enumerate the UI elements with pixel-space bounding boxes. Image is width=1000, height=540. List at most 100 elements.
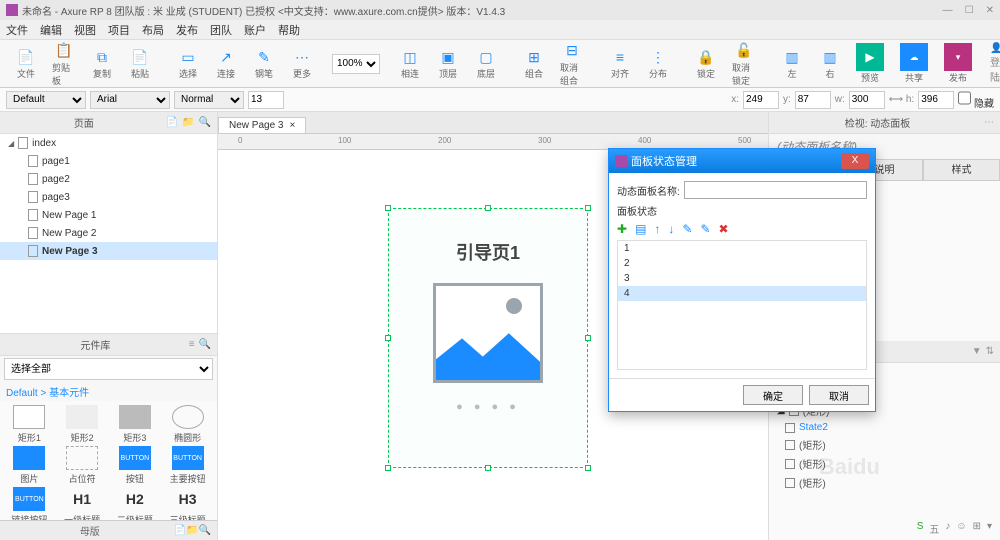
tool-connect[interactable]: ↗连接 — [208, 45, 244, 82]
tree-item[interactable]: page3 — [0, 188, 217, 206]
canvas-tab[interactable]: New Page 3× — [218, 117, 306, 133]
tool-align[interactable]: ≡对齐 — [602, 45, 638, 82]
menu-account[interactable]: 账户 — [244, 22, 266, 38]
edit2-state-icon[interactable]: ✎ — [700, 222, 710, 236]
tool-left[interactable]: ▥左 — [774, 45, 810, 82]
add-page-icon[interactable]: 📄 — [166, 117, 178, 128]
widget-占位符[interactable]: 占位符 — [57, 446, 108, 485]
menu-edit[interactable]: 编辑 — [40, 22, 62, 38]
zoom-select[interactable]: 100% — [332, 54, 380, 74]
weight-select[interactable]: Normal — [174, 91, 244, 109]
close-icon[interactable]: ✕ — [986, 5, 994, 16]
tree-item-selected[interactable]: New Page 3 — [0, 242, 217, 260]
add-state-icon[interactable]: ✚ — [617, 222, 627, 236]
tree-item[interactable]: New Page 2 — [0, 224, 217, 242]
tree-root[interactable]: ◢index — [0, 134, 217, 152]
menu-file[interactable]: 文件 — [6, 22, 28, 38]
lib-breadcrumb[interactable]: Default > 基本元件 — [0, 382, 217, 401]
widget-矩形2[interactable]: 矩形2 — [57, 405, 108, 444]
widget-按钮[interactable]: BUTTON按钮 — [110, 446, 161, 485]
duplicate-state-icon[interactable]: ▤ — [635, 222, 646, 236]
tool-clipboard[interactable]: 📋剪贴板 — [46, 39, 82, 89]
resize-handle[interactable] — [585, 335, 591, 341]
tree-item[interactable]: page1 — [0, 152, 217, 170]
tree-item[interactable]: page2 — [0, 170, 217, 188]
w-input[interactable] — [849, 91, 885, 109]
tool-copy[interactable]: ⧉复制 — [84, 45, 120, 82]
dialog-close-button[interactable]: X — [841, 153, 869, 169]
tool-pen[interactable]: ✎钢笔 — [246, 45, 282, 82]
close-tab-icon[interactable]: × — [289, 120, 295, 131]
master-add-icon[interactable]: 📄 — [174, 525, 186, 536]
tab-style[interactable]: 样式 — [923, 159, 1000, 181]
delete-state-icon[interactable]: ✖ — [719, 222, 729, 236]
tool-group[interactable]: ⊞组合 — [516, 45, 552, 82]
dynamic-panel-selection[interactable]: 引导页1 ● ● ● ● — [388, 208, 588, 468]
add-folder-icon[interactable]: 📁 — [182, 117, 194, 128]
lib-menu-icon[interactable]: ≡ — [189, 339, 195, 350]
cancel-button[interactable]: 取消 — [809, 385, 869, 405]
tool-ungroup[interactable]: ⊟取消组合 — [554, 39, 590, 89]
maximize-icon[interactable]: ☐ — [965, 5, 974, 16]
ok-button[interactable]: 确定 — [743, 385, 803, 405]
widget-一级标题[interactable]: H1一级标题 — [57, 487, 108, 520]
tool-unlock[interactable]: 🔓取消锁定 — [726, 39, 762, 89]
hide-checkbox[interactable]: 隐藏 — [958, 89, 994, 110]
state-row[interactable]: 2 — [618, 256, 866, 271]
h-input[interactable] — [918, 91, 954, 109]
moveup-state-icon[interactable]: ↑ — [654, 222, 660, 236]
sort-icon[interactable]: ⇅ — [986, 346, 994, 357]
menu-layout[interactable]: 布局 — [142, 22, 164, 38]
fontsize-input[interactable] — [248, 91, 284, 109]
edit-state-icon[interactable]: ✎ — [682, 222, 692, 236]
master-search-icon[interactable]: 🔍 — [199, 525, 211, 536]
search-icon[interactable]: 🔍 — [199, 117, 211, 128]
menu-view[interactable]: 视图 — [74, 22, 96, 38]
tool-select[interactable]: ▭选择 — [170, 45, 206, 82]
login-link[interactable]: 👤 登陆 — [990, 43, 1000, 84]
master-folder-icon[interactable]: 📁 — [186, 525, 198, 536]
menu-publish[interactable]: 发布 — [176, 22, 198, 38]
filter-icon[interactable]: ▼ — [972, 346, 982, 357]
x-input[interactable] — [743, 91, 779, 109]
font-select[interactable]: Arial — [90, 91, 170, 109]
tool-file[interactable]: 📄文件 — [8, 45, 44, 82]
resize-handle[interactable] — [485, 465, 491, 471]
resize-handle[interactable] — [385, 465, 391, 471]
state-row[interactable]: 4 — [618, 286, 866, 301]
resize-handle[interactable] — [585, 205, 591, 211]
outline-row[interactable]: State2 — [769, 420, 1000, 435]
widget-矩形1[interactable]: 矩形1 — [4, 405, 55, 444]
preview-button[interactable]: ▶预览 — [850, 41, 890, 86]
resize-handle[interactable] — [385, 205, 391, 211]
menu-help[interactable]: 帮助 — [278, 22, 300, 38]
tool-top[interactable]: ▣顶层 — [430, 45, 466, 82]
tree-item[interactable]: New Page 1 — [0, 206, 217, 224]
outline-row[interactable]: (矩形) — [769, 435, 1000, 454]
widget-主要按钮[interactable]: BUTTON主要按钮 — [162, 446, 213, 485]
tool-paste[interactable]: 📄粘贴 — [122, 45, 158, 82]
resize-handle[interactable] — [485, 205, 491, 211]
widget-链接按钮[interactable]: BUTTON链接按钮 — [4, 487, 55, 520]
dialog-titlebar[interactable]: 面板状态管理 X — [609, 149, 875, 173]
state-row[interactable]: 1 — [618, 241, 866, 256]
tool-bottom[interactable]: ▢底层 — [468, 45, 504, 82]
widget-图片[interactable]: 图片 — [4, 446, 55, 485]
minimize-icon[interactable]: — — [943, 5, 953, 16]
menu-team[interactable]: 团队 — [210, 22, 232, 38]
tool-lock[interactable]: 🔒锁定 — [688, 45, 724, 82]
tool-adjacent[interactable]: ◫相连 — [392, 45, 428, 82]
tool-distribute[interactable]: ⋮分布 — [640, 45, 676, 82]
inspector-menu-icon[interactable]: ⋯ — [984, 117, 994, 128]
y-input[interactable] — [795, 91, 831, 109]
panel-name-input[interactable] — [684, 181, 867, 199]
widget-椭圆形[interactable]: 椭圆形 — [162, 405, 213, 444]
resize-handle[interactable] — [385, 335, 391, 341]
widget-二级标题[interactable]: H2二级标题 — [110, 487, 161, 520]
tool-more[interactable]: ⋯更多 — [284, 45, 320, 82]
tool-right[interactable]: ▥右 — [812, 45, 848, 82]
state-row[interactable]: 3 — [618, 271, 866, 286]
style-select[interactable]: Default — [6, 91, 86, 109]
movedown-state-icon[interactable]: ↓ — [668, 222, 674, 236]
resize-handle[interactable] — [585, 465, 591, 471]
